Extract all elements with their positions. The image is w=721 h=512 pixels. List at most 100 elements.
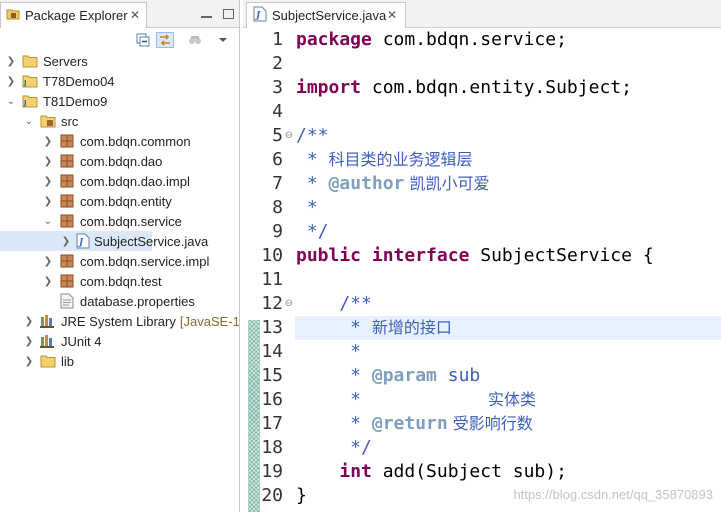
link-with-editor-button[interactable] bbox=[156, 32, 174, 48]
collapse-arrow-icon[interactable]: ⌄ bbox=[43, 211, 53, 231]
tree-item-package[interactable]: ❯ com.bdqn.common bbox=[0, 131, 239, 151]
tree-item-t78demo04[interactable]: ❯ J T78Demo04 bbox=[0, 71, 239, 91]
line-number: 7 bbox=[272, 173, 283, 194]
package-explorer-icon bbox=[5, 6, 21, 25]
code-line-blank[interactable] bbox=[295, 52, 721, 76]
java-editor: J SubjectService.java ✕ 1 2 3 4 5 ⊖ 6 7 … bbox=[243, 0, 721, 512]
tree-item-package[interactable]: ❯ com.bdqn.test bbox=[0, 271, 239, 291]
collapse-arrow-icon[interactable]: ⌄ bbox=[24, 111, 34, 131]
tree-item-label: JUnit 4 bbox=[61, 333, 102, 349]
svg-text:J: J bbox=[23, 99, 27, 107]
code-line-javadoc-author[interactable]: * @author 凯凯小可爱 bbox=[295, 172, 721, 196]
expand-arrow-icon[interactable]: ❯ bbox=[43, 271, 53, 291]
code-line-javadoc-description[interactable]: * 科目类的业务逻辑层 bbox=[295, 148, 721, 172]
expand-arrow-icon[interactable]: ❯ bbox=[61, 231, 71, 251]
tree-item-t81demo9[interactable]: ⌄ J T81Demo9 bbox=[0, 91, 239, 111]
java-project-icon: J bbox=[22, 93, 38, 109]
fold-toggle-icon[interactable]: ⊖ bbox=[283, 124, 295, 148]
package-icon bbox=[59, 213, 75, 229]
expand-arrow-icon[interactable]: ❯ bbox=[43, 131, 53, 151]
editor-tab-subjectservice[interactable]: J SubjectService.java ✕ bbox=[246, 2, 406, 28]
tree-item-database-properties[interactable]: database.properties bbox=[0, 291, 239, 311]
expand-arrow-icon[interactable]: ❯ bbox=[6, 71, 16, 91]
code-line-package-declaration[interactable]: package com.bdqn.service; bbox=[295, 28, 721, 52]
editor-tab-label: SubjectService.java bbox=[272, 8, 387, 23]
tree-item-lib[interactable]: ❯ lib bbox=[0, 351, 239, 371]
focus-filter-button[interactable] bbox=[186, 32, 204, 48]
tree-item-jre-system-library[interactable]: ❯ JRE System Library [JavaSE-1.8] bbox=[0, 311, 239, 331]
svg-text:J: J bbox=[254, 11, 261, 21]
expand-arrow-icon[interactable]: ❯ bbox=[43, 251, 53, 271]
minimize-button[interactable] bbox=[198, 6, 214, 22]
line-number: 5 bbox=[272, 125, 283, 146]
expand-arrow-icon[interactable]: ❯ bbox=[43, 151, 53, 171]
package-explorer-toolbar bbox=[0, 29, 239, 51]
tree-item-package-service[interactable]: ⌄ com.bdqn.service bbox=[0, 211, 239, 231]
fold-toggle-icon[interactable]: ⊖ bbox=[283, 292, 295, 316]
code-line-javadoc-param-desc[interactable]: * 实体类 bbox=[295, 388, 721, 412]
code-line-blank[interactable] bbox=[295, 268, 721, 292]
code-line-method-declaration[interactable]: int add(Subject sub); bbox=[295, 460, 721, 484]
line-number: 19 bbox=[261, 461, 283, 482]
tree-item-package[interactable]: ❯ com.bdqn.dao bbox=[0, 151, 239, 171]
code-line-javadoc-close[interactable]: */ bbox=[295, 436, 721, 460]
tree-item-junit-4[interactable]: ❯ JUnit 4 bbox=[0, 331, 239, 351]
code-line-javadoc-open[interactable]: /** bbox=[295, 124, 721, 148]
code-line-current[interactable]: * 新增的接口 bbox=[295, 316, 721, 340]
code-line-interface-declaration[interactable]: public interface SubjectService { bbox=[295, 244, 721, 268]
package-explorer-tabbar: Package Explorer ✕ bbox=[0, 0, 239, 28]
code-line-javadoc[interactable]: * bbox=[295, 196, 721, 220]
expand-arrow-icon[interactable]: ❯ bbox=[24, 351, 34, 371]
watermark-text: https://blog.csdn.net/qq_35870893 bbox=[513, 487, 714, 502]
tree-item-label: lib bbox=[61, 353, 75, 369]
java-project-icon: J bbox=[22, 73, 38, 89]
code-line-javadoc-return[interactable]: * @return 受影响行数 bbox=[295, 412, 721, 436]
folder-icon bbox=[22, 53, 38, 69]
tree-item-label: com.bdqn.entity bbox=[80, 193, 172, 209]
code-line-javadoc-close[interactable]: */ bbox=[295, 220, 721, 244]
maximize-button[interactable] bbox=[220, 6, 236, 22]
tree-item-subjectservice-java[interactable]: ❯ J SubjectService.java bbox=[0, 231, 208, 251]
properties-file-icon bbox=[59, 293, 75, 309]
line-number: 15 bbox=[261, 365, 283, 386]
svg-text:J: J bbox=[23, 79, 27, 87]
line-number: 9 bbox=[272, 221, 283, 242]
view-menu-button[interactable] bbox=[214, 32, 232, 48]
tree-item-label: SubjectService.java bbox=[94, 233, 209, 249]
expand-arrow-icon[interactable]: ❯ bbox=[6, 51, 16, 71]
folder-icon bbox=[40, 353, 56, 369]
code-line-javadoc-open[interactable]: /** bbox=[295, 292, 721, 316]
tree-item-package[interactable]: ❯ com.bdqn.entity bbox=[0, 191, 239, 211]
package-icon bbox=[59, 173, 75, 189]
tree-item-package[interactable]: ❯ com.bdqn.service.impl bbox=[0, 251, 239, 271]
collapse-all-button[interactable] bbox=[134, 32, 152, 48]
package-icon bbox=[59, 153, 75, 169]
tree-item-label: database.properties bbox=[80, 293, 195, 309]
package-explorer-tab[interactable]: Package Explorer ✕ bbox=[0, 2, 147, 28]
line-number: 8 bbox=[272, 197, 283, 218]
tree-item-package[interactable]: ❯ com.bdqn.dao.impl bbox=[0, 171, 239, 191]
tree-item-src[interactable]: ⌄ src bbox=[0, 111, 239, 131]
line-number: 17 bbox=[261, 413, 283, 434]
expand-arrow-icon[interactable]: ❯ bbox=[24, 331, 34, 351]
chevron-down-icon bbox=[219, 38, 227, 42]
expand-arrow-icon[interactable]: ❯ bbox=[24, 311, 34, 331]
tree-item-servers[interactable]: ❯ Servers bbox=[0, 51, 239, 71]
editor-tabbar: J SubjectService.java ✕ bbox=[243, 0, 721, 28]
expand-arrow-icon[interactable]: ❯ bbox=[43, 191, 53, 211]
close-icon[interactable]: ✕ bbox=[387, 9, 397, 21]
tree-item-label: T78Demo04 bbox=[43, 73, 115, 89]
tree-item-label: com.bdqn.dao bbox=[80, 153, 163, 169]
code-line-blank[interactable] bbox=[295, 100, 721, 124]
code-line-javadoc[interactable]: * bbox=[295, 340, 721, 364]
collapse-arrow-icon[interactable]: ⌄ bbox=[6, 91, 16, 111]
code-area[interactable]: package com.bdqn.service; import com.bdq… bbox=[295, 28, 721, 512]
close-icon[interactable]: ✕ bbox=[130, 9, 140, 21]
tree-item-label: com.bdqn.service.impl bbox=[80, 253, 210, 269]
tree-item-label: com.bdqn.test bbox=[80, 273, 162, 289]
tree-item-label: T81Demo9 bbox=[43, 93, 108, 109]
code-line-import[interactable]: import com.bdqn.entity.Subject; bbox=[295, 76, 721, 100]
expand-arrow-icon[interactable]: ❯ bbox=[43, 171, 53, 191]
code-line-javadoc-param[interactable]: * @param sub bbox=[295, 364, 721, 388]
line-number: 3 bbox=[272, 77, 283, 98]
